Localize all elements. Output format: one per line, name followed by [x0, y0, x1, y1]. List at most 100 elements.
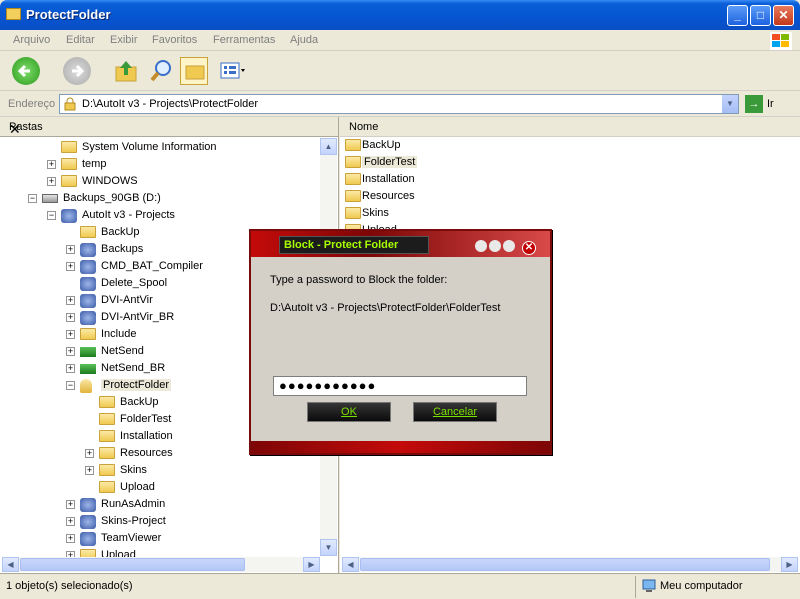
status-location-text: Meu computador [660, 580, 743, 592]
expand-icon[interactable]: + [66, 330, 75, 339]
expand-icon[interactable]: + [85, 449, 94, 458]
tree-item[interactable]: Upload [0, 479, 318, 496]
tree-item-label: CMD_BAT_Compiler [101, 260, 203, 272]
tree-item[interactable]: + Skins-Project [0, 513, 318, 530]
tree-hscroll-thumb[interactable] [20, 558, 245, 571]
maximize-button[interactable]: □ [750, 5, 771, 26]
files-header: Nome [340, 117, 800, 137]
folder-icon [99, 481, 115, 493]
menu-ajuda[interactable]: Ajuda [290, 34, 318, 46]
address-dropdown-icon[interactable]: ▼ [722, 95, 738, 113]
menu-editar[interactable]: Editar [66, 34, 95, 46]
ok-button[interactable]: OK [307, 402, 391, 422]
menu-ferramentas[interactable]: Ferramentas [213, 34, 275, 46]
collapse-icon[interactable]: − [66, 381, 75, 390]
tree-item[interactable]: + RunAsAdmin [0, 496, 318, 513]
tree-item-label: TeamViewer [101, 532, 162, 544]
expand-icon[interactable]: + [47, 177, 56, 186]
cancel-button[interactable]: Cancelar [413, 402, 497, 422]
dialog-close-icon[interactable]: ✕ [522, 241, 536, 255]
file-item-label: BackUp [362, 139, 401, 151]
menu-exibir[interactable]: Exibir [110, 34, 138, 46]
back-icon[interactable] [12, 57, 40, 85]
views-icon[interactable] [218, 57, 246, 85]
close-button[interactable]: ✕ [773, 5, 794, 26]
expand-icon[interactable]: + [66, 534, 75, 543]
expand-icon[interactable]: + [66, 296, 75, 305]
folder-icon [99, 430, 115, 442]
app-icon [80, 498, 96, 512]
file-item-label: FolderTest [362, 156, 418, 168]
go-arrow-icon[interactable]: → [745, 95, 763, 113]
tree-item-label: RunAsAdmin [101, 498, 166, 510]
dialog-title: Block - Protect Folder [279, 236, 429, 254]
tree-item[interactable]: − AutoIt v3 - Projects [0, 207, 318, 224]
expand-icon[interactable]: + [66, 347, 75, 356]
scroll-left-icon[interactable]: ◀ [2, 557, 19, 572]
tree-item-label: Backups [101, 243, 144, 255]
tree-item-label: FolderTest [120, 413, 172, 425]
files-horizontal-scrollbar[interactable]: ◀ ▶ [342, 557, 798, 572]
collapse-icon[interactable]: − [28, 194, 37, 203]
address-value: D:\AutoIt v3 - Projects\ProtectFolder [82, 98, 259, 110]
tree-item-label: DVI-AntVir_BR [101, 311, 175, 323]
folder-icon [345, 156, 361, 168]
folders-icon[interactable] [180, 57, 208, 85]
expand-icon[interactable]: + [66, 245, 75, 254]
tree-horizontal-scrollbar[interactable]: ◀ ▶ [2, 557, 320, 572]
dialog-body: Type a password to Block the folder: D:\… [257, 259, 544, 441]
forward-icon[interactable] [63, 57, 91, 85]
expand-icon[interactable]: + [66, 364, 75, 373]
files-scroll-right-icon[interactable]: ▶ [781, 557, 798, 572]
tree-close-icon[interactable]: ✕ [9, 121, 326, 138]
files-scroll-left-icon[interactable]: ◀ [342, 557, 359, 572]
folder-icon [99, 413, 115, 425]
files-hscroll-thumb[interactable] [360, 558, 770, 571]
expand-icon[interactable]: + [47, 160, 56, 169]
minimize-button[interactable]: _ [727, 5, 748, 26]
tree-item-label: ProtectFolder [101, 379, 172, 391]
tree-item[interactable]: − Backups_90GB (D:) [0, 190, 318, 207]
expand-icon[interactable]: + [85, 466, 94, 475]
expand-icon[interactable]: + [66, 517, 75, 526]
tree-item[interactable]: + temp [0, 156, 318, 173]
file-item-label: Installation [362, 173, 415, 185]
block-folder-dialog: Block - Protect Folder ✕ Type a password… [249, 229, 552, 455]
tree-item-label: temp [82, 158, 107, 170]
expand-icon[interactable]: + [66, 500, 75, 509]
app-icon [80, 277, 96, 291]
lock-folder-icon [64, 97, 76, 111]
tree-item-label: Skins-Project [101, 515, 166, 527]
address-input[interactable]: D:\AutoIt v3 - Projects\ProtectFolder ▼ [59, 94, 739, 114]
go-button-label[interactable]: Ir [767, 98, 774, 110]
scroll-up-icon[interactable]: ▲ [320, 138, 337, 155]
folder-icon [345, 207, 361, 219]
scroll-down-icon[interactable]: ▼ [320, 539, 337, 556]
tree-item[interactable]: System Volume Information [0, 139, 318, 156]
tree-header: Pastas ✕ [0, 117, 338, 137]
tree-item[interactable]: + WINDOWS [0, 173, 318, 190]
my-computer-icon [642, 579, 656, 592]
menu-arquivo[interactable]: Arquivo [13, 34, 50, 46]
folder-icon [61, 141, 77, 153]
scroll-right-icon[interactable]: ▶ [303, 557, 320, 572]
tree-item[interactable]: + Skins [0, 462, 318, 479]
folder-icon [99, 447, 115, 459]
tree-item[interactable]: + TeamViewer [0, 530, 318, 547]
expand-icon[interactable]: + [66, 262, 75, 271]
collapse-icon[interactable]: − [47, 211, 56, 220]
tree-item-label: WINDOWS [82, 175, 138, 187]
tree-item-label: NetSend_BR [101, 362, 166, 374]
app-icon [80, 311, 96, 325]
search-icon[interactable] [148, 57, 176, 85]
address-label: Endereço [8, 98, 56, 110]
menu-favoritos[interactable]: Favoritos [152, 34, 197, 46]
tree-item-label: BackUp [120, 396, 159, 408]
up-folder-icon[interactable] [112, 57, 140, 85]
folder-icon [99, 396, 115, 408]
folder-icon [80, 226, 96, 238]
menu-bar: Arquivo Editar Exibir Favoritos Ferramen… [0, 30, 800, 51]
column-name-header[interactable]: Nome [349, 121, 378, 133]
password-input[interactable]: ●●●●●●●●●●● [273, 376, 527, 396]
expand-icon[interactable]: + [66, 313, 75, 322]
